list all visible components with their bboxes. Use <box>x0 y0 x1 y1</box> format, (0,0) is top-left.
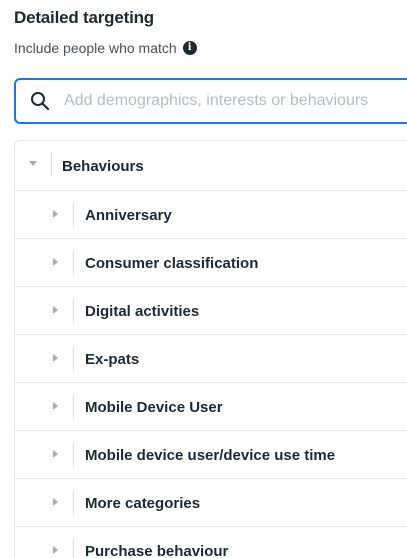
tree-divider <box>73 395 74 419</box>
tree-item-label: Digital activities <box>85 303 200 320</box>
tree-item-label: Mobile device user/device use time <box>85 447 336 464</box>
tree-divider <box>73 203 74 227</box>
tree-item[interactable]: Mobile device user/device use time <box>15 431 407 479</box>
caret-right-icon[interactable] <box>53 498 58 506</box>
tree-divider <box>73 539 74 558</box>
caret-down-icon[interactable] <box>29 161 37 166</box>
tree-item-label: Purchase behaviour <box>85 543 229 558</box>
caret-right-icon[interactable] <box>53 546 58 554</box>
tree-divider <box>51 153 52 177</box>
tree-category-label: Behaviours <box>62 158 144 175</box>
info-icon[interactable]: i <box>182 41 197 55</box>
section-subtitle-row: Include people who match i <box>14 40 197 56</box>
targeting-tree: Behaviours Anniversary Consumer classifi… <box>14 140 407 558</box>
tree-item[interactable]: Purchase behaviour <box>15 527 407 558</box>
tree-item-label: More categories <box>85 495 201 512</box>
tree-item[interactable]: Anniversary <box>15 191 407 239</box>
tree-item[interactable]: Mobile Device User <box>15 383 407 431</box>
section-title: Detailed targeting <box>14 8 154 27</box>
caret-right-icon[interactable] <box>53 306 58 314</box>
search-icon <box>31 92 50 111</box>
search-box[interactable] <box>14 78 407 124</box>
section-subtitle: Include people who match <box>14 40 177 56</box>
tree-item[interactable]: Ex-pats <box>15 335 407 383</box>
caret-right-icon[interactable] <box>53 210 58 218</box>
caret-right-icon[interactable] <box>53 402 58 410</box>
tree-divider <box>73 443 74 467</box>
tree-divider <box>73 251 74 275</box>
search-input[interactable] <box>64 92 404 110</box>
tree-item[interactable]: Consumer classification <box>15 239 407 287</box>
tree-item-label: Consumer classification <box>85 255 259 272</box>
tree-item[interactable]: Digital activities <box>15 287 407 335</box>
caret-right-icon[interactable] <box>53 450 58 458</box>
tree-divider <box>73 491 74 515</box>
tree-item[interactable]: More categories <box>15 479 407 527</box>
tree-category-behaviours[interactable]: Behaviours <box>15 141 407 191</box>
tree-item-label: Anniversary <box>85 207 172 224</box>
tree-divider <box>73 347 74 371</box>
tree-divider <box>73 299 74 323</box>
detailed-targeting-page: Detailed targeting Include people who ma… <box>0 0 407 558</box>
tree-item-label: Ex-pats <box>85 351 140 368</box>
caret-right-icon[interactable] <box>53 354 58 362</box>
tree-item-label: Mobile Device User <box>85 399 223 416</box>
caret-right-icon[interactable] <box>53 258 58 266</box>
